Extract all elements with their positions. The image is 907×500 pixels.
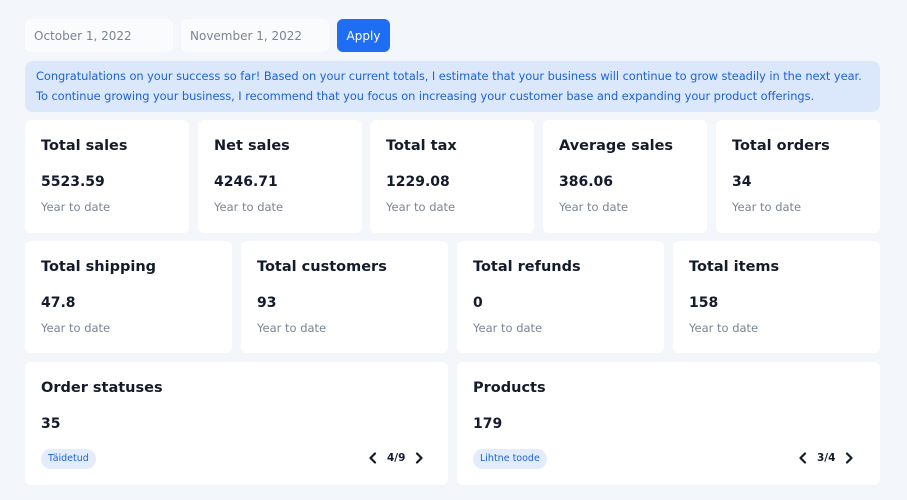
stat-value: 386.06 bbox=[559, 174, 614, 190]
stat-value: 4246.71 bbox=[214, 174, 278, 190]
stat-title: Total orders bbox=[732, 138, 830, 154]
stat-value: 47.8 bbox=[41, 295, 76, 311]
stat-title: Total items bbox=[689, 259, 780, 275]
insight-banner: Congratulations on your success so far! … bbox=[25, 61, 880, 112]
stat-card-total-orders: Total orders 34 Year to date bbox=[716, 120, 880, 233]
stat-value: 34 bbox=[732, 174, 752, 190]
stat-card-total-refunds: Total refunds 0 Year to date bbox=[457, 241, 664, 353]
stat-period: Year to date bbox=[41, 200, 111, 214]
stat-card-total-shipping: Total shipping 47.8 Year to date bbox=[25, 241, 232, 353]
apply-button[interactable]: Apply bbox=[337, 19, 390, 52]
card-value: 35 bbox=[41, 416, 61, 432]
order-statuses-card: Order statuses 35 Täidetud 4/9 bbox=[25, 362, 448, 485]
stat-period: Year to date bbox=[386, 200, 456, 214]
stat-value: 5523.59 bbox=[41, 174, 105, 190]
chevron-left-icon[interactable] bbox=[793, 447, 813, 469]
products-card: Products 179 Lihtne toode 3/4 bbox=[457, 362, 880, 485]
start-date-input[interactable] bbox=[25, 19, 173, 52]
stat-card-average-sales: Average sales 386.06 Year to date bbox=[543, 120, 707, 233]
stat-period: Year to date bbox=[689, 321, 759, 335]
chevron-right-icon[interactable] bbox=[409, 447, 429, 469]
stat-title: Net sales bbox=[214, 138, 290, 154]
stat-card-total-tax: Total tax 1229.08 Year to date bbox=[370, 120, 534, 233]
stat-period: Year to date bbox=[559, 200, 629, 214]
stat-title: Total shipping bbox=[41, 259, 157, 275]
stat-period: Year to date bbox=[214, 200, 284, 214]
stat-card-total-items: Total items 158 Year to date bbox=[673, 241, 880, 353]
stat-value: 93 bbox=[257, 295, 277, 311]
stat-value: 158 bbox=[689, 295, 719, 311]
card-title: Products bbox=[473, 380, 546, 396]
products-pager: 3/4 bbox=[793, 447, 859, 469]
stat-value: 1229.08 bbox=[386, 174, 450, 190]
status-badge: Täidetud bbox=[41, 449, 96, 469]
product-type-badge: Lihtne toode bbox=[473, 449, 547, 469]
stat-period: Year to date bbox=[257, 321, 327, 335]
chevron-left-icon[interactable] bbox=[363, 447, 383, 469]
insight-text: Congratulations on your success so far! … bbox=[36, 69, 862, 103]
stat-period: Year to date bbox=[41, 321, 111, 335]
stat-title: Total refunds bbox=[473, 259, 581, 275]
page-indicator: 3/4 bbox=[817, 452, 836, 464]
stat-card-net-sales: Net sales 4246.71 Year to date bbox=[198, 120, 362, 233]
end-date-input[interactable] bbox=[181, 19, 329, 52]
stat-card-total-customers: Total customers 93 Year to date bbox=[241, 241, 448, 353]
stat-title: Total tax bbox=[386, 138, 457, 154]
stat-title: Total sales bbox=[41, 138, 128, 154]
chevron-right-icon[interactable] bbox=[839, 447, 859, 469]
card-value: 179 bbox=[473, 416, 503, 432]
stat-card-total-sales: Total sales 5523.59 Year to date bbox=[25, 120, 189, 233]
stat-title: Average sales bbox=[559, 138, 674, 154]
stat-value: 0 bbox=[473, 295, 483, 311]
order-statuses-pager: 4/9 bbox=[363, 447, 429, 469]
page-indicator: 4/9 bbox=[387, 452, 406, 464]
stat-title: Total customers bbox=[257, 259, 387, 275]
stat-period: Year to date bbox=[473, 321, 543, 335]
card-title: Order statuses bbox=[41, 380, 163, 396]
date-filter: Apply bbox=[25, 19, 390, 52]
stat-period: Year to date bbox=[732, 200, 802, 214]
